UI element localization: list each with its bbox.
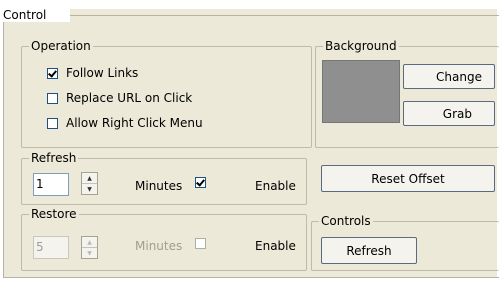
background-color-swatch[interactable]	[322, 60, 400, 123]
allow-right-click-option[interactable]: Allow Right Click Menu	[47, 116, 203, 130]
refresh-minutes-label: Minutes	[135, 179, 183, 193]
follow-links-checkbox[interactable]	[47, 67, 58, 79]
reset-offset-button[interactable]: Reset Offset	[321, 165, 495, 192]
refresh-spinner[interactable]: ▲ ▼	[81, 172, 98, 195]
grab-button-label: Grab	[442, 106, 472, 121]
follow-links-label: Follow Links	[66, 66, 139, 80]
change-button-label: Change	[436, 69, 482, 84]
reset-offset-label: Reset Offset	[371, 171, 445, 186]
restore-minutes-label: Minutes	[135, 239, 183, 253]
change-button[interactable]: Change	[403, 64, 495, 89]
restore-title: Restore	[29, 207, 79, 221]
grab-button[interactable]: Grab	[403, 101, 495, 126]
refresh-button-label: Refresh	[346, 243, 392, 258]
background-title: Background	[323, 39, 399, 53]
operation-title: Operation	[29, 39, 93, 53]
refresh-title: Refresh	[29, 151, 79, 165]
control-title: Control	[3, 8, 48, 22]
allow-right-click-label: Allow Right Click Menu	[66, 116, 203, 130]
control-panel: Control Operation Follow Links Replace U…	[0, 0, 499, 282]
refresh-button[interactable]: Refresh	[321, 237, 417, 264]
refresh-minutes-input[interactable]: 1	[33, 173, 69, 196]
restore-minutes-input[interactable]: 5	[33, 236, 69, 259]
restore-spinner[interactable]: ▲ ▼	[81, 236, 98, 259]
spin-down-icon[interactable]: ▼	[82, 248, 97, 258]
restore-enable-label: Enable	[255, 239, 296, 253]
restore-enable-checkbox[interactable]	[195, 238, 206, 249]
allow-right-click-checkbox[interactable]	[47, 117, 58, 129]
spin-down-icon[interactable]: ▼	[82, 184, 97, 194]
replace-url-checkbox[interactable]	[47, 92, 58, 104]
refresh-enable-label: Enable	[255, 179, 296, 193]
replace-url-label: Replace URL on Click	[66, 91, 193, 105]
follow-links-option[interactable]: Follow Links	[47, 66, 138, 80]
replace-url-option[interactable]: Replace URL on Click	[47, 91, 192, 105]
spin-up-icon[interactable]: ▲	[82, 173, 97, 184]
controls-title: Controls	[319, 214, 373, 228]
refresh-enable-checkbox[interactable]	[195, 177, 206, 188]
spin-up-icon[interactable]: ▲	[82, 237, 97, 248]
